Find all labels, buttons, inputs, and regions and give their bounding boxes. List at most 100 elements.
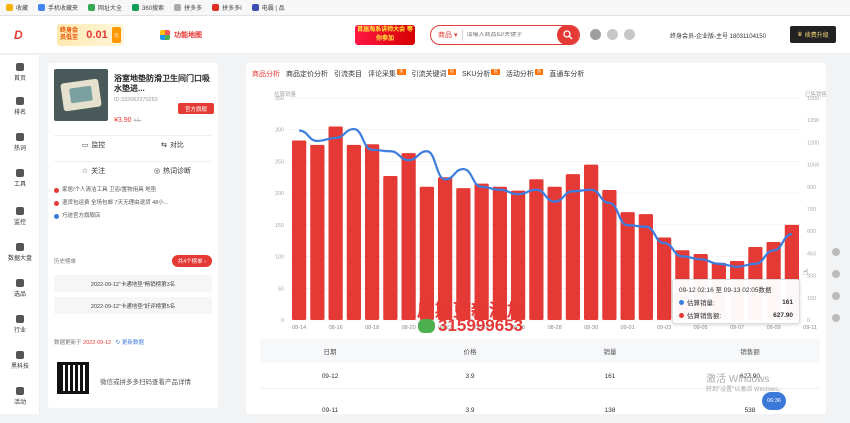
diagnose-button[interactable]: ◎ 热词诊断 bbox=[133, 162, 212, 179]
nav-hotwords[interactable]: 热词 bbox=[0, 133, 40, 152]
shop-tag[interactable]: 巧迹官方旗舰店 bbox=[54, 210, 212, 223]
nav-ranking[interactable]: 排名 bbox=[0, 97, 40, 116]
wechat-icon bbox=[418, 319, 435, 333]
tooltip-title: 09-12 02:16 至 09-13 02:05数据 bbox=[679, 287, 772, 294]
chart-bar bbox=[584, 164, 599, 320]
function-map-button[interactable]: 功能地图 bbox=[160, 30, 202, 40]
top-icon[interactable] bbox=[832, 314, 840, 322]
search-scope-select[interactable]: 商品 ▾ bbox=[431, 29, 463, 41]
notification-icon[interactable] bbox=[590, 29, 601, 40]
x-tick-label: 09-01 bbox=[621, 325, 635, 331]
mouse-cursor: ☝ bbox=[803, 267, 809, 277]
logo-icon[interactable]: D bbox=[14, 28, 36, 42]
sales-chart[interactable]: 0501001502002503003500150300450600750900… bbox=[246, 88, 826, 368]
fire-icon bbox=[16, 133, 24, 141]
nav-dashboard[interactable]: 数据大盘 bbox=[0, 243, 40, 262]
history-item[interactable]: 2022-09-12“卡通地垫”好评榜第5名 bbox=[54, 297, 212, 314]
history-item[interactable]: 2022-09-12“卡通地垫”畅销榜第3名 bbox=[54, 275, 212, 292]
bookmark-item[interactable]: 拼多多 bbox=[174, 3, 202, 12]
column-header[interactable]: 销量 bbox=[540, 346, 680, 356]
y-tick-right: 0 bbox=[807, 318, 810, 324]
tab-activity[interactable]: 活动分析热 bbox=[506, 69, 544, 79]
pinduoduo-icon bbox=[212, 4, 220, 11]
column-header[interactable]: 日期 bbox=[260, 346, 400, 356]
y-tick-left: 150 bbox=[275, 223, 284, 229]
y-tick-left: 250 bbox=[275, 159, 284, 165]
follow-button[interactable]: ☆ 关注 bbox=[54, 162, 133, 179]
upgrade-button[interactable]: ♛ 续费升级 bbox=[790, 26, 836, 43]
tab-reviews[interactable]: 评论采集热 bbox=[368, 69, 406, 79]
chart-tooltip: 09-12 02:16 至 09-13 02:05数据 估算销量: 161 估算… bbox=[672, 279, 800, 324]
action-row: ☆ 关注 ◎ 热词诊断 bbox=[54, 161, 212, 179]
feedback-icon[interactable] bbox=[832, 270, 840, 278]
product-id: ID:332062370253 bbox=[114, 97, 158, 103]
y-tick-right: 1200 bbox=[807, 140, 819, 146]
product-panel: 浴室地垫防滑卫生间门口吸水垫进... ID:332062370253 官方旗舰 … bbox=[48, 63, 218, 408]
service-icon bbox=[54, 201, 59, 206]
tab-product-analysis[interactable]: 商品分析 bbox=[252, 69, 280, 79]
nav-monitor[interactable]: 监控 bbox=[0, 207, 40, 226]
chat-icon[interactable] bbox=[832, 248, 840, 256]
user-info[interactable]: 终身会员-企业版-主号 18031104150 bbox=[670, 31, 766, 40]
tab-traffic-category[interactable]: 引流类目 bbox=[334, 69, 362, 79]
bookmark-item[interactable]: 网址大全 bbox=[88, 3, 122, 12]
nav-blacktech[interactable]: 黑科技 bbox=[0, 351, 40, 370]
product-image[interactable] bbox=[54, 69, 108, 121]
site-icon bbox=[251, 4, 259, 11]
nav-industry[interactable]: 行业 bbox=[0, 315, 40, 334]
monitor-icon: ▭ bbox=[81, 141, 89, 149]
chart-bar bbox=[365, 144, 380, 320]
product-title[interactable]: 浴室地垫防滑卫生间门口吸水垫进... bbox=[114, 74, 214, 94]
category-icon bbox=[54, 188, 59, 193]
nav-selection[interactable]: 选品 bbox=[0, 279, 40, 298]
help-icon[interactable] bbox=[832, 292, 840, 300]
nav-activity[interactable]: 活动 bbox=[0, 387, 40, 406]
y-tick-left: 50 bbox=[278, 286, 284, 292]
tab-keywords[interactable]: 引流关键词热 bbox=[412, 69, 456, 79]
history-count-button[interactable]: 共4个榜单 › bbox=[171, 255, 212, 267]
message-icon[interactable] bbox=[607, 29, 618, 40]
chart-bar bbox=[547, 186, 562, 320]
y-tick-left: 200 bbox=[275, 191, 284, 197]
nav-home[interactable]: 首页 bbox=[0, 63, 40, 82]
chart-bar bbox=[310, 144, 325, 320]
chart-bar bbox=[620, 212, 635, 320]
globe-icon bbox=[174, 4, 182, 11]
tab-pricing[interactable]: 商品定价分析 bbox=[286, 69, 328, 79]
column-header[interactable]: 销售额 bbox=[680, 346, 820, 356]
floating-widget[interactable]: 06:36 bbox=[762, 392, 786, 410]
y-tick-right: 150 bbox=[807, 296, 816, 302]
settings-icon[interactable] bbox=[624, 29, 635, 40]
search-button[interactable] bbox=[557, 26, 579, 44]
monitor-button[interactable]: ▭ 监控 bbox=[54, 136, 133, 153]
refresh-link[interactable]: ↻ 更新数据 bbox=[116, 340, 144, 346]
windows-activation-text: 激活 Windows bbox=[706, 374, 770, 385]
star-icon bbox=[6, 4, 13, 11]
service-tag: 退货包运费 全场包邮 7天无理由退货 48小... bbox=[54, 197, 212, 210]
selection-icon bbox=[16, 279, 24, 287]
bookmark-item[interactable]: 360搜索 bbox=[132, 3, 164, 12]
bookmark-item[interactable]: 手机收藏夹 bbox=[38, 3, 78, 12]
bookmark-item[interactable]: 收藏 bbox=[6, 3, 28, 12]
bookmark-item[interactable]: 拼多多I bbox=[212, 3, 242, 12]
y-tick-left: 300 bbox=[275, 128, 284, 134]
nav-tools[interactable]: 工具 bbox=[0, 169, 40, 188]
search-input[interactable] bbox=[462, 32, 557, 38]
bookmark-item[interactable]: 电霸 | 品 bbox=[251, 3, 285, 12]
event-banner[interactable]: 首届淘系讲师大会 等你参加 bbox=[355, 25, 415, 45]
hot-badge: 热 bbox=[447, 69, 456, 75]
y-tick-right: 900 bbox=[807, 185, 816, 191]
tab-ads[interactable]: 直通车分析 bbox=[549, 69, 584, 79]
column-header[interactable]: 价格 bbox=[400, 346, 540, 356]
product-tags: 家居/个人清洁工具 卫浴/置物用具 地垫 退货包运费 全场包邮 7天无理由退货 … bbox=[54, 184, 212, 223]
tools-icon bbox=[16, 169, 24, 177]
update-info: 数据更新于 2022-09-12 ↻ 更新数据 bbox=[54, 340, 144, 346]
tab-sku[interactable]: SKU分析热 bbox=[462, 69, 500, 79]
hot-badge: 热 bbox=[491, 69, 500, 75]
promo-banner[interactable]: 终身会员低至 0.01 元 bbox=[57, 24, 124, 46]
chart-bar bbox=[401, 153, 416, 320]
compare-button[interactable]: ⇆ 对比 bbox=[133, 136, 212, 153]
qr-code bbox=[57, 362, 89, 394]
official-store-badge[interactable]: 官方旗舰 bbox=[178, 103, 214, 114]
history-header: 历史榜单 共4个榜单 › bbox=[54, 255, 212, 267]
